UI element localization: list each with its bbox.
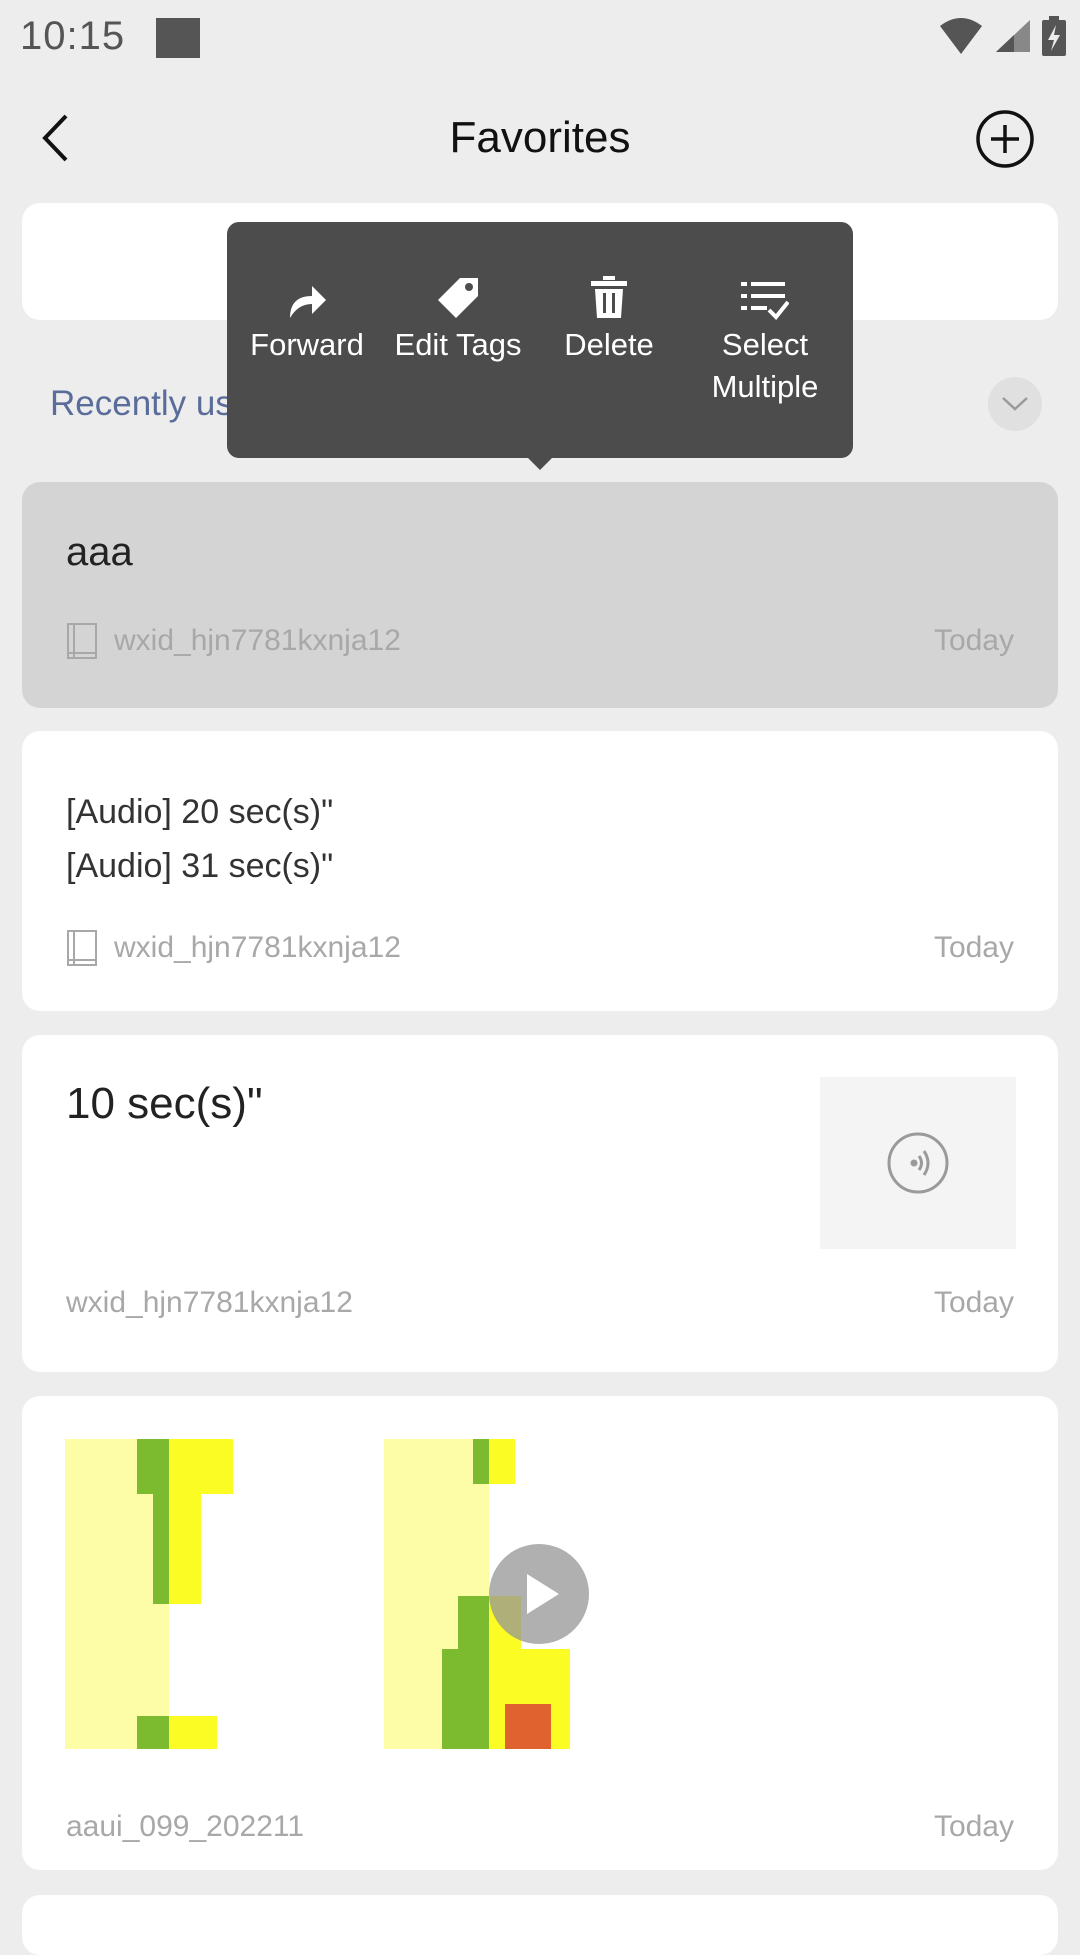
status-icons <box>938 14 1066 58</box>
audio-line: [Audio] 31 sec(s)" <box>66 847 334 885</box>
audio-line: [Audio] 20 sec(s)" <box>66 793 334 831</box>
context-menu-pointer <box>526 456 554 470</box>
notification-icon <box>156 18 200 58</box>
forward-arrow-icon <box>232 262 382 320</box>
status-time: 10:15 <box>20 14 126 58</box>
favorite-source: wxid_hjn7781kxnja12 <box>114 624 401 657</box>
favorite-date: Today <box>933 624 1014 657</box>
favorite-item-text: 10 sec(s)" <box>66 1079 263 1128</box>
wifi-icon <box>940 18 982 54</box>
favorite-date: Today <box>933 931 1014 964</box>
tag-icon <box>383 262 533 320</box>
favorite-item-text: aaa <box>66 530 133 574</box>
edit-tags-menu-item[interactable]: Edit Tags <box>383 262 533 366</box>
play-icon[interactable] <box>487 1542 591 1646</box>
favorite-meta: wxid_hjn7781kxnja12 Today <box>66 1286 1014 1320</box>
edit-tags-label: Edit Tags <box>394 327 522 362</box>
plus-circle-icon <box>976 110 1034 168</box>
favorite-source: wxid_hjn7781kxnja12 <box>114 931 401 964</box>
trash-icon <box>534 262 684 320</box>
audio-wave-icon <box>887 1132 949 1194</box>
favorite-source: aaui_099_202211 <box>66 1810 305 1843</box>
cellular-signal-icon <box>996 20 1030 52</box>
favorite-meta: wxid_hjn7781kxnja12 Today <box>66 929 1014 967</box>
favorite-date: Today <box>933 1810 1014 1843</box>
favorite-item[interactable] <box>22 1895 1058 1955</box>
forward-label: Forward <box>250 327 364 362</box>
battery-charging-icon <box>1042 16 1066 56</box>
context-menu: Forward Edit Tags Delete Select Multiple <box>227 222 853 458</box>
chevron-down-icon <box>1002 397 1028 411</box>
book-icon <box>66 929 98 967</box>
select-multiple-menu-item[interactable]: Select Multiple <box>685 262 845 408</box>
favorite-item[interactable]: [Audio] 20 sec(s)" [Audio] 31 sec(s)" wx… <box>22 731 1058 1011</box>
delete-label: Delete <box>564 327 654 362</box>
favorite-item[interactable]: aaa wxid_hjn7781kxnja12 Today <box>22 482 1058 708</box>
favorite-item-text: [Audio] 20 sec(s)" [Audio] 31 sec(s)" <box>66 785 333 893</box>
delete-menu-item[interactable]: Delete <box>534 262 684 366</box>
audio-thumbnail[interactable] <box>820 1077 1016 1249</box>
add-favorite-button[interactable] <box>974 108 1036 170</box>
favorite-source: wxid_hjn7781kxnja12 <box>66 1286 353 1319</box>
favorite-date: Today <box>933 1286 1014 1319</box>
checklist-icon <box>685 262 845 320</box>
select-multiple-label: Select Multiple <box>711 327 819 404</box>
favorite-meta: aaui_099_202211 Today <box>66 1810 1014 1844</box>
book-icon <box>66 622 98 660</box>
recently-used-label[interactable]: Recently us <box>50 384 233 424</box>
page-title: Favorites <box>449 113 631 162</box>
recently-used-expand-button[interactable] <box>988 377 1042 431</box>
image-thumbnail[interactable] <box>65 1439 233 1749</box>
favorite-meta: wxid_hjn7781kxnja12 Today <box>66 622 1014 660</box>
forward-menu-item[interactable]: Forward <box>232 262 382 366</box>
